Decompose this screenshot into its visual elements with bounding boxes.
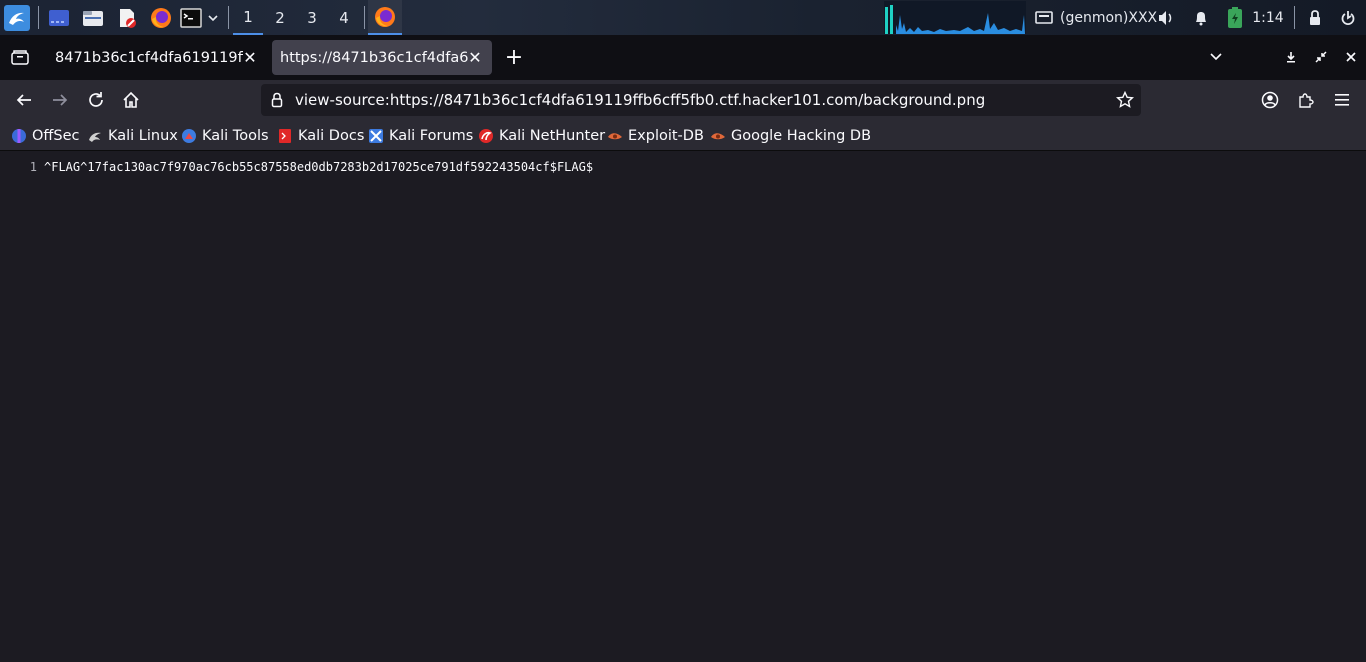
- line-text: ^FLAG^17fac130ac7f970ac76cb55c87558ed0db…: [44, 160, 594, 174]
- tab-background-png[interactable]: 8471b36c1cf4dfa619119ffb6cff5fb0.ctf.hac…: [47, 40, 267, 75]
- close-window-icon[interactable]: [1335, 41, 1366, 73]
- list-all-tabs-icon[interactable]: [1200, 41, 1232, 73]
- reload-button[interactable]: [80, 84, 112, 116]
- clock[interactable]: 1:14: [1252, 0, 1284, 35]
- url-text[interactable]: view-source:https://8471b36c1cf4dfa61911…: [295, 84, 985, 116]
- bookmark-kali-forums[interactable]: Kali Forums: [368, 120, 473, 151]
- forward-button[interactable]: [44, 84, 76, 116]
- bookmark-kali-linux[interactable]: Kali Linux: [87, 120, 178, 151]
- file-manager-icon[interactable]: [81, 0, 105, 35]
- tab-view-source[interactable]: https://8471b36c1cf4dfa619119ffb6cff5fb0…: [272, 40, 492, 75]
- restore-window-icon[interactable]: [1305, 41, 1337, 73]
- workspace-2[interactable]: 2: [265, 0, 295, 35]
- bookmark-label: Kali Tools: [202, 127, 269, 144]
- genmon-label: (genmon)XXX: [1060, 9, 1158, 26]
- text-editor-icon[interactable]: [115, 0, 139, 35]
- view-source-content: 1 ^FLAG^17fac130ac7f970ac76cb55c87558ed0…: [0, 151, 1366, 662]
- bookmark-label: OffSec: [32, 127, 80, 144]
- kali-tools-icon: [181, 128, 197, 144]
- offsec-icon: [11, 128, 27, 144]
- firefox-icon[interactable]: [149, 0, 173, 35]
- tab-title: 8471b36c1cf4dfa619119ffb6cff5fb0.ctf.hac…: [55, 49, 243, 66]
- bookmark-label: Kali NetHunter: [499, 127, 606, 144]
- panel-separator: [228, 6, 229, 29]
- bookmark-label: Kali Forums: [389, 127, 474, 144]
- workspace-3[interactable]: 3: [297, 0, 327, 35]
- bookmark-offsec[interactable]: OffSec: [11, 120, 80, 151]
- home-button[interactable]: [115, 84, 147, 116]
- workspace-1[interactable]: 1: [233, 0, 263, 35]
- minimize-window-icon[interactable]: [1275, 41, 1307, 73]
- menu-icon[interactable]: [1326, 84, 1358, 116]
- account-icon[interactable]: [1254, 84, 1286, 116]
- kali-docs-icon: [277, 128, 293, 144]
- bookmark-label: Kali Docs: [298, 127, 365, 144]
- navigation-toolbar: view-source:https://8471b36c1cf4dfa61911…: [0, 80, 1366, 120]
- panel-separator: [1294, 6, 1295, 29]
- notification-bell-icon[interactable]: [1191, 0, 1211, 35]
- cpu-graph-icon: [884, 0, 1026, 35]
- power-icon[interactable]: [1338, 0, 1358, 35]
- bookmark-label: Exploit-DB: [628, 127, 704, 144]
- exploit-db-icon: [607, 128, 623, 144]
- panel-separator: [364, 6, 365, 29]
- lock-icon[interactable]: [1305, 0, 1325, 35]
- bookmarks-toolbar: OffSec Kali Linux Kali Tools Kali Docs K…: [0, 120, 1366, 151]
- tab-strip: 8471b36c1cf4dfa619119ffb6cff5fb0.ctf.hac…: [0, 35, 1366, 80]
- bookmark-exploit-db[interactable]: Exploit-DB: [607, 120, 704, 151]
- volume-icon[interactable]: [1156, 0, 1176, 35]
- extensions-icon[interactable]: [1290, 84, 1322, 116]
- bookmark-label: Kali Linux: [108, 127, 178, 144]
- ghdb-icon: [710, 128, 726, 144]
- terminal-icon[interactable]: [179, 0, 203, 35]
- desktop-panel: 1 2 3 4 (genmon)XXX 1:14: [0, 0, 1366, 35]
- bookmark-star-icon[interactable]: [1115, 90, 1135, 114]
- battery-icon: [1225, 0, 1245, 35]
- firefox-view-icon[interactable]: [4, 41, 36, 73]
- kali-menu-icon[interactable]: [3, 0, 31, 35]
- new-tab-button[interactable]: +: [498, 41, 530, 73]
- tab-close-button[interactable]: ✕: [466, 48, 484, 67]
- workspace-preview-icon[interactable]: [47, 0, 71, 35]
- firefox-window-icon[interactable]: [368, 0, 402, 35]
- panel-separator: [38, 6, 39, 29]
- line-number: 1: [29, 160, 37, 174]
- lock-icon[interactable]: [270, 92, 284, 113]
- bookmark-kali-docs[interactable]: Kali Docs: [277, 120, 364, 151]
- back-button[interactable]: [8, 84, 40, 116]
- network-icon[interactable]: [1034, 0, 1054, 35]
- tab-title: https://8471b36c1cf4dfa619119ffb6cff5fb0…: [280, 49, 468, 66]
- bookmark-label: Google Hacking DB: [731, 127, 872, 144]
- kali-forums-icon: [368, 128, 384, 144]
- bookmark-google-hacking-db[interactable]: Google Hacking DB: [710, 120, 871, 151]
- workspace-4[interactable]: 4: [329, 0, 359, 35]
- nethunter-icon: [478, 128, 494, 144]
- tab-close-button[interactable]: ✕: [241, 48, 259, 67]
- chevron-down-icon[interactable]: [205, 0, 221, 35]
- address-bar[interactable]: view-source:https://8471b36c1cf4dfa61911…: [261, 84, 1141, 116]
- kali-dragon-icon: [87, 128, 103, 144]
- bookmark-kali-nethunter[interactable]: Kali NetHunter: [478, 120, 605, 151]
- bookmark-kali-tools[interactable]: Kali Tools: [181, 120, 269, 151]
